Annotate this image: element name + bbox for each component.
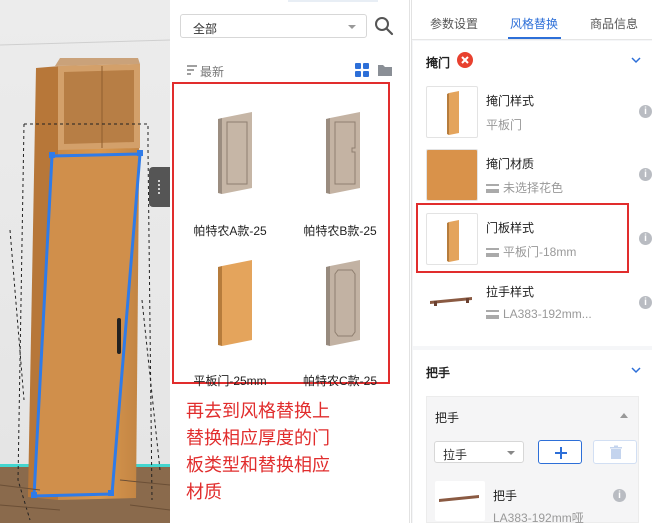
door-thumbnail — [218, 260, 252, 346]
handle-section: 把手 把手 拉手 把手 LA383-192mm哑 i — [413, 350, 652, 523]
add-button[interactable] — [538, 440, 582, 464]
catalog-panel: 全部 最新 帕特农A款-25 帕特农B款-25 平板门-25mm 帕特农C款-2… — [170, 0, 410, 523]
error-badge[interactable] — [457, 52, 473, 68]
product-card[interactable]: 帕特农B款-25 — [286, 84, 394, 238]
collapse-icon[interactable] — [620, 413, 628, 418]
search-button[interactable] — [373, 15, 395, 37]
chevron-down-icon — [348, 25, 356, 29]
search-icon — [375, 17, 394, 36]
wardrobe-model[interactable] — [0, 0, 170, 523]
subcard-title: 把手 — [435, 411, 460, 425]
tab-bar: 参数设置 风格替换 商品信息 — [412, 0, 652, 40]
material-swatch — [426, 149, 478, 201]
sort-icon — [187, 65, 197, 75]
product-name: 帕特农C款-25 — [302, 374, 377, 388]
handle-type-select[interactable]: 拉手 — [434, 441, 524, 463]
panel-collapse-handle[interactable] — [149, 167, 170, 207]
tab-style-replace[interactable]: 风格替换 — [510, 15, 558, 32]
trash-icon — [610, 445, 622, 459]
chevron-down-icon — [507, 451, 515, 455]
active-tab-indicator — [508, 37, 561, 39]
handle-type-value: 拉手 — [443, 448, 468, 462]
drag-grip-icon — [157, 179, 161, 195]
prop-row-door-material[interactable]: 掩门材质 未选择花色 i — [426, 149, 652, 203]
delete-button[interactable] — [593, 440, 637, 464]
door-thumbnail — [218, 112, 252, 194]
prop-value: 未选择花色 — [486, 179, 563, 196]
tab-product-info[interactable]: 商品信息 — [590, 15, 638, 32]
prop-value: LA383-192mm... — [486, 307, 592, 321]
handle-item[interactable]: 把手 LA383-192mm哑 i — [435, 481, 635, 523]
door-thumbnail — [326, 260, 360, 346]
info-icon[interactable]: i — [639, 105, 652, 118]
panel-top-strip — [288, 0, 378, 2]
chevron-down-icon[interactable] — [631, 56, 641, 64]
info-icon[interactable]: i — [613, 489, 626, 502]
folder-icon — [378, 65, 392, 76]
handle-item-value: LA383-192mm哑 — [493, 511, 584, 523]
prop-row-handle-style[interactable]: 拉手样式 LA383-192mm... i — [426, 277, 652, 331]
door-thumbnail — [326, 112, 360, 194]
handle-thumbnail — [426, 277, 478, 329]
handle-item-label: 把手 — [493, 489, 518, 503]
annotation-text: 再去到风格替换上替换相应厚度的门板类型和替换相应材质 — [186, 401, 330, 503]
highlight-panel-style-row — [416, 203, 629, 273]
tab-params[interactable]: 参数设置 — [430, 15, 478, 32]
product-card[interactable]: 帕特农A款-25 — [176, 84, 284, 238]
prop-label: 掩门样式 — [486, 94, 535, 108]
material-icon — [486, 184, 499, 193]
close-icon — [461, 56, 469, 64]
prop-value: 平板门 — [486, 118, 523, 132]
door-style-thumbnail — [426, 86, 478, 138]
info-icon[interactable]: i — [639, 168, 652, 181]
product-card[interactable]: 帕特农C款-25 — [286, 234, 394, 388]
handle-item-thumbnail — [435, 481, 485, 521]
3d-viewport[interactable] — [0, 0, 170, 523]
product-name: 平板门-25mm — [193, 374, 267, 388]
info-icon[interactable]: i — [639, 296, 652, 309]
category-select-value: 全部 — [193, 22, 218, 36]
category-select[interactable]: 全部 — [180, 14, 367, 38]
section-title: 掩门 — [426, 56, 451, 70]
grid-view-button[interactable] — [354, 62, 370, 78]
prop-row-door-style[interactable]: 掩门样式 平板门 i — [426, 86, 652, 140]
door-section: 掩门 掩门样式 平板门 i 掩门材质 未选择花色 i 门板样式 平板门-18mm… — [413, 41, 652, 346]
folder-view-button[interactable] — [377, 63, 393, 77]
product-card[interactable]: 平板门-25mm — [176, 234, 284, 388]
handle-icon — [486, 310, 499, 319]
sort-label: 最新 — [200, 65, 225, 79]
handle-subcard: 把手 拉手 把手 LA383-192mm哑 i — [426, 396, 639, 523]
product-grid: 帕特农A款-25 帕特农B款-25 平板门-25mm 帕特农C款-25 — [172, 82, 390, 388]
grid-view-icon — [355, 63, 369, 77]
section-title: 把手 — [426, 366, 451, 380]
info-icon[interactable]: i — [639, 232, 652, 245]
plus-icon — [555, 447, 567, 459]
prop-label: 掩门材质 — [486, 157, 535, 171]
prop-label: 拉手样式 — [486, 285, 535, 299]
chevron-down-icon[interactable] — [631, 366, 641, 374]
